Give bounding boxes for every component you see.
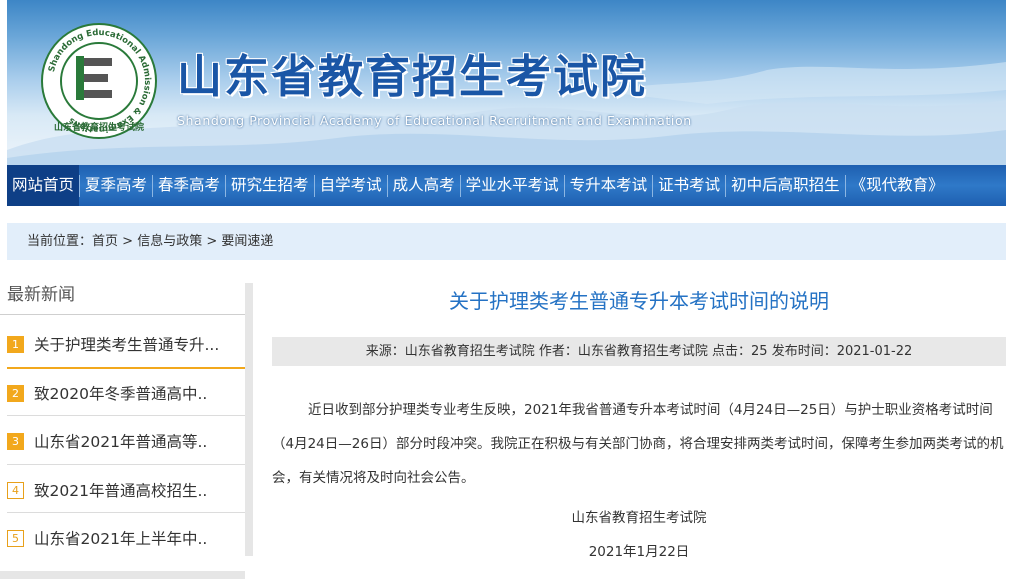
news-divider (7, 512, 245, 513)
news-item-title[interactable]: 致2021年普通高校招生.. (34, 479, 207, 501)
nav-item-modern-education[interactable]: 《现代教育》 (846, 165, 949, 206)
breadcrumb-prefix: 当前位置： (27, 234, 93, 249)
nav-item-certificate-exam[interactable]: 证书考试 (653, 165, 725, 206)
news-item-title[interactable]: 致2020年冬季普通高中.. (34, 382, 207, 404)
main-nav: 网站首页 夏季高考 春季高考 研究生招考 自学考试 成人高考 学业水平考试 专升… (7, 165, 1006, 206)
article: 关于护理类考生普通专升本考试时间的说明 来源：山东省教育招生考试院 作者：山东省… (272, 283, 1006, 560)
nav-item-spring-gaokao[interactable]: 春季高考 (153, 165, 225, 206)
latest-news-sidebar: 最新新闻 1 关于护理类考生普通专升... 2 致2020年冬季普通高中.. 3… (0, 283, 253, 579)
news-item[interactable]: 2 致2020年冬季普通高中.. (7, 369, 245, 417)
news-item[interactable]: 5 山东省2021年上半年中.. (7, 514, 245, 562)
sidebar-title: 最新新闻 (7, 285, 75, 305)
nav-item-proficiency-test[interactable]: 学业水平考试 (461, 165, 564, 206)
sidebar-scroll-track[interactable] (245, 283, 253, 556)
news-item-title[interactable]: 山东省2021年上半年中.. (34, 527, 207, 549)
article-title: 关于护理类考生普通专升本考试时间的说明 (449, 289, 829, 313)
nav-item-self-study-exam[interactable]: 自学考试 (315, 165, 387, 206)
article-body: 近日收到部分护理类专业考生反映，2021年我省普通专升本考试时间（4月24日—2… (272, 393, 1006, 569)
nav-item-upgrade-exam[interactable]: 专升本考试 (565, 165, 653, 206)
news-item-title[interactable]: 关于护理类考生普通专升... (34, 333, 219, 355)
nav-item-vocational-enrollment[interactable]: 初中后高职招生 (726, 165, 845, 206)
article-meta-text: 来源：山东省教育招生考试院 作者：山东省教育招生考试院 点击：25 发布时间：2… (365, 344, 913, 359)
news-rank-badge: 1 (7, 335, 24, 353)
news-divider (7, 415, 245, 416)
news-item[interactable]: 1 关于护理类考生普通专升... (7, 320, 245, 368)
article-paragraph: 近日收到部分护理类专业考生反映，2021年我省普通专升本考试时间（4月24日—2… (272, 402, 1004, 486)
site-title-en: Shandong Provincial Academy of Education… (177, 113, 692, 128)
article-date: 2021年1月22日 (588, 544, 690, 560)
nav-item-summer-gaokao[interactable]: 夏季高考 (80, 165, 152, 206)
sidebar-divider (0, 314, 245, 315)
breadcrumb-link-home[interactable]: 首页 (92, 234, 118, 249)
news-item[interactable]: 3 山东省2021年普通高等.. (7, 417, 245, 465)
breadcrumb-separator: > (202, 234, 222, 249)
nav-item-home[interactable]: 网站首页 (7, 165, 80, 206)
sidebar-bottom-bar (0, 571, 245, 579)
article-meta: 来源：山东省教育招生考试院 作者：山东省教育招生考试院 点击：25 发布时间：2… (272, 337, 1006, 366)
nav-item-graduate-exam[interactable]: 研究生招考 (226, 165, 314, 206)
nav-item-adult-gaokao[interactable]: 成人高考 (388, 165, 460, 206)
news-item[interactable]: 4 致2021年普通高校招生.. (7, 466, 245, 514)
breadcrumb-link-policy[interactable]: 信息与政策 (137, 234, 202, 249)
news-rank-badge: 4 (7, 481, 24, 499)
news-item-title[interactable]: 山东省2021年普通高等.. (34, 430, 207, 452)
breadcrumb: 当前位置：首页 > 信息与政策 > 要闻速递 (7, 223, 1006, 260)
breadcrumb-separator: > (118, 234, 138, 249)
news-rank-badge: 5 (7, 529, 24, 547)
news-rank-badge: 2 (7, 384, 24, 402)
news-rank-badge: 3 (7, 432, 24, 450)
article-signature: 山东省教育招生考试院 (571, 510, 707, 526)
news-divider (7, 464, 245, 465)
breadcrumb-link-news[interactable]: 要闻速递 (221, 234, 273, 249)
logo-bottom-text: 山东省教育招生考试院 (54, 121, 144, 133)
site-title-cn: 山东省教育招生考试院 (177, 50, 648, 103)
header-banner: Shandong Educational Admission & Examina… (7, 0, 1006, 165)
academy-logo[interactable]: Shandong Educational Admission & Examina… (40, 22, 158, 140)
